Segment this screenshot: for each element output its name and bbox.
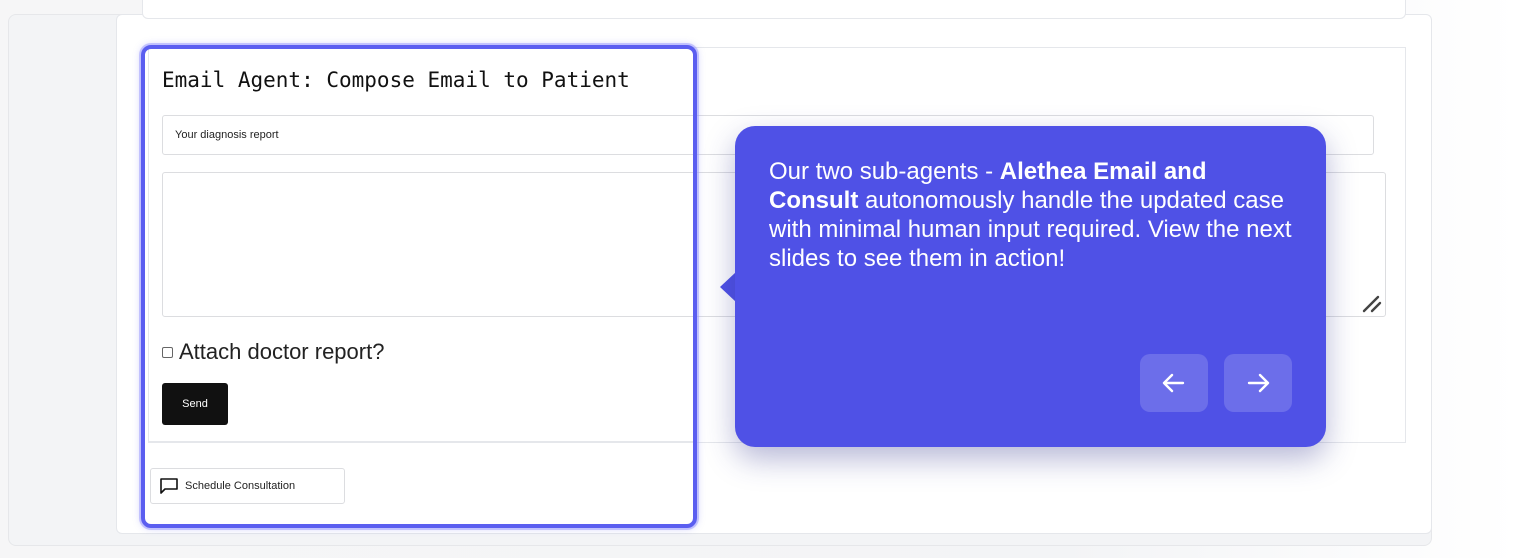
message-square-icon (160, 478, 178, 494)
schedule-consultation-button[interactable]: Schedule Consultation (150, 468, 345, 504)
arrow-left-icon (1162, 373, 1185, 393)
attach-report-label[interactable]: Attach doctor report? (179, 339, 384, 365)
tour-prev-button[interactable] (1140, 354, 1208, 412)
arrow-right-icon (1247, 373, 1270, 393)
schedule-consultation-label: Schedule Consultation (185, 480, 296, 492)
tour-text-intro: Our two sub-agents - (769, 158, 1000, 185)
email-agent-title: Email Agent: Compose Email to Patient (162, 68, 630, 92)
tooltip-pointer (720, 272, 736, 302)
resize-handle-icon[interactable] (1358, 289, 1384, 315)
send-button[interactable]: Send (162, 383, 228, 425)
tour-tooltip: Our two sub-agents - Alethea Email and C… (735, 126, 1326, 447)
tour-next-button[interactable] (1224, 354, 1292, 412)
previous-section-edge (142, 0, 1406, 19)
attach-report-row[interactable]: Attach doctor report? (162, 338, 384, 366)
section-divider (148, 441, 694, 442)
attach-report-checkbox[interactable] (162, 346, 173, 358)
tour-tooltip-text: Our two sub-agents - Alethea Email and C… (769, 157, 1299, 273)
